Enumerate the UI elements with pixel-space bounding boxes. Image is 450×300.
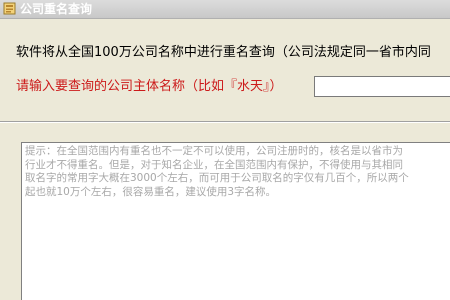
info-text: 软件将从全国100万公司名称中进行重名查询（公司法规定同一省市内同 <box>16 45 431 60</box>
company-name-label: 请输入要查询的公司主体名称（比如『水天』） <box>16 79 283 94</box>
app-icon <box>3 2 16 15</box>
title-bar[interactable]: 公司重名查询 <box>0 0 450 19</box>
tip-textarea[interactable]: 提示：在全国范围内有重名也不一定不可以使用，公司注册时的，核名是以省市为 行业才… <box>21 142 450 300</box>
app-window: 公司重名查询 软件将从全国100万公司名称中进行重名查询（公司法规定同一省市内同… <box>0 0 450 300</box>
window-title: 公司重名查询 <box>20 2 93 16</box>
query-panel <box>0 19 450 120</box>
tip-text: 提示：在全国范围内有重名也不一定不可以使用，公司注册时的，核名是以省市为 行业才… <box>25 145 409 198</box>
company-name-input[interactable] <box>314 76 450 97</box>
